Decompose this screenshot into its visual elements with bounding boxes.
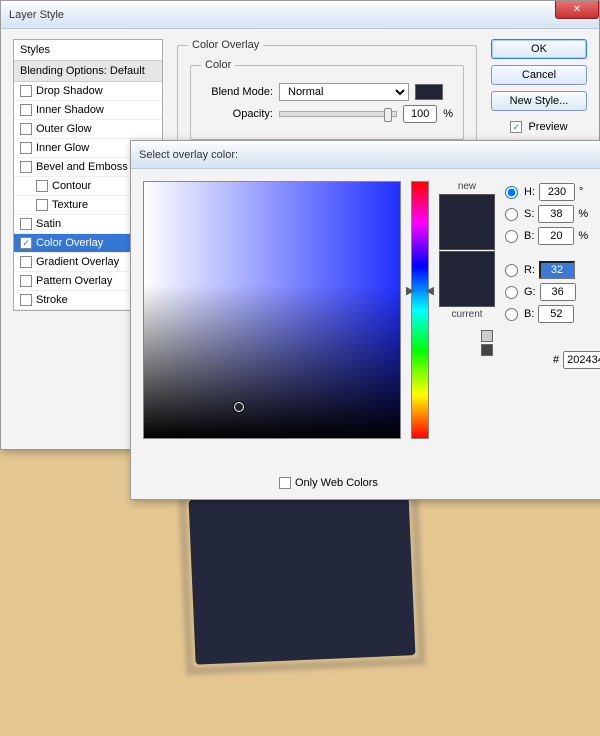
r-radio[interactable] bbox=[505, 264, 518, 277]
styles-item-checkbox[interactable] bbox=[20, 142, 32, 154]
slider-thumb-icon[interactable] bbox=[384, 108, 392, 122]
styles-item-checkbox[interactable] bbox=[20, 85, 32, 97]
cube-icon[interactable] bbox=[481, 330, 493, 342]
styles-item-outer-glow[interactable]: Outer Glow bbox=[14, 120, 162, 139]
styles-item-checkbox[interactable] bbox=[20, 256, 32, 268]
styles-item-label: Gradient Overlay bbox=[36, 256, 119, 268]
only-web-colors-label: Only Web Colors bbox=[295, 477, 378, 489]
b-input[interactable] bbox=[538, 305, 574, 323]
ok-button[interactable]: OK bbox=[491, 39, 587, 59]
styles-header[interactable]: Styles bbox=[14, 40, 162, 61]
styles-item-checkbox[interactable] bbox=[20, 294, 32, 306]
new-label: new bbox=[458, 181, 476, 192]
s-input[interactable] bbox=[538, 205, 574, 223]
styles-item-checkbox[interactable]: ✓ bbox=[20, 237, 32, 249]
opacity-slider[interactable] bbox=[279, 111, 397, 117]
styles-item-label: Bevel and Emboss bbox=[36, 161, 128, 173]
current-label: current bbox=[451, 309, 482, 320]
close-icon[interactable]: ✕ bbox=[555, 1, 599, 19]
color-swatch-comparison: new current bbox=[439, 181, 495, 487]
h-radio[interactable] bbox=[505, 186, 518, 199]
bval-input[interactable] bbox=[538, 227, 574, 245]
styles-item-label: Pattern Overlay bbox=[36, 275, 112, 287]
layer-style-titlebar[interactable]: Layer Style ✕ bbox=[1, 1, 599, 29]
b-radio[interactable] bbox=[505, 308, 518, 321]
h-input[interactable] bbox=[539, 183, 575, 201]
color-field-cursor-icon bbox=[234, 402, 244, 412]
styles-item-checkbox[interactable] bbox=[20, 104, 32, 116]
styles-item-label: Outer Glow bbox=[36, 123, 92, 135]
styles-item-checkbox[interactable] bbox=[20, 161, 32, 173]
web-safe-icon[interactable] bbox=[481, 344, 493, 356]
styles-item-label: Texture bbox=[52, 199, 88, 211]
hue-slider-thumb-icon[interactable]: ▶◀ bbox=[406, 284, 434, 297]
styles-item-drop-shadow[interactable]: Drop Shadow bbox=[14, 82, 162, 101]
panel-inner-legend: Color bbox=[201, 59, 235, 71]
color-values: H: ° L: S: % a: B: % b: R: bbox=[505, 181, 600, 487]
hex-label: # bbox=[553, 354, 559, 366]
styles-item-inner-shadow[interactable]: Inner Shadow bbox=[14, 101, 162, 120]
styles-item-label: Inner Glow bbox=[36, 142, 89, 154]
s-radio[interactable] bbox=[505, 208, 518, 221]
styles-item-label: Color Overlay bbox=[36, 237, 103, 249]
panel-legend: Color Overlay bbox=[188, 39, 263, 51]
styles-item-label: Satin bbox=[36, 218, 61, 230]
picker-title: Select overlay color: bbox=[139, 149, 238, 161]
g-radio[interactable] bbox=[505, 286, 518, 299]
overlay-color-swatch[interactable] bbox=[415, 84, 443, 100]
styles-item-checkbox[interactable] bbox=[36, 199, 48, 211]
hex-input[interactable] bbox=[563, 351, 600, 369]
opacity-unit: % bbox=[443, 108, 453, 120]
styles-item-checkbox[interactable] bbox=[20, 123, 32, 135]
opacity-input[interactable] bbox=[403, 105, 437, 123]
blend-mode-label: Blend Mode: bbox=[201, 86, 273, 98]
cancel-button[interactable]: Cancel bbox=[491, 65, 587, 85]
only-web-colors-checkbox[interactable] bbox=[279, 477, 291, 489]
canvas-paint-sample bbox=[189, 490, 416, 664]
hue-slider[interactable]: ▶◀ bbox=[411, 181, 429, 439]
g-input[interactable] bbox=[540, 283, 576, 301]
blend-mode-select[interactable]: Normal bbox=[279, 83, 409, 101]
r-input[interactable] bbox=[539, 261, 575, 279]
color-field[interactable] bbox=[143, 181, 401, 439]
opacity-label: Opacity: bbox=[201, 108, 273, 120]
styles-item-label: Contour bbox=[52, 180, 91, 192]
preview-checkbox[interactable]: ✓ bbox=[510, 121, 522, 133]
blending-options-row[interactable]: Blending Options: Default bbox=[14, 61, 162, 82]
layer-style-title: Layer Style bbox=[9, 9, 64, 21]
styles-item-label: Drop Shadow bbox=[36, 85, 103, 97]
styles-item-checkbox[interactable] bbox=[36, 180, 48, 192]
new-color-swatch[interactable] bbox=[439, 194, 495, 250]
current-color-swatch[interactable] bbox=[439, 251, 495, 307]
styles-item-label: Inner Shadow bbox=[36, 104, 104, 116]
bval-radio[interactable] bbox=[505, 230, 518, 243]
new-style-button[interactable]: New Style... bbox=[491, 91, 587, 111]
styles-item-checkbox[interactable] bbox=[20, 275, 32, 287]
preview-label: Preview bbox=[528, 121, 567, 133]
styles-item-label: Stroke bbox=[36, 294, 68, 306]
picker-titlebar[interactable]: Select overlay color: bbox=[131, 141, 600, 169]
styles-item-checkbox[interactable] bbox=[20, 218, 32, 230]
color-picker-dialog: Select overlay color: ▶◀ new current H: bbox=[130, 140, 600, 500]
